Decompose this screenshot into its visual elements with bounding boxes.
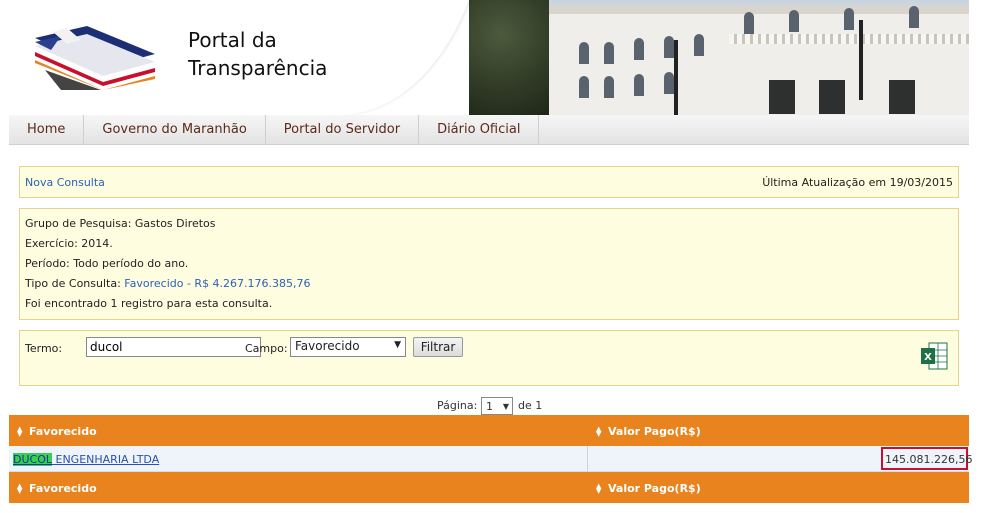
summary-type: Tipo de Consulta: Favorecido - R$ 4.267.… [25, 277, 953, 297]
field-select-value: Favorecido [295, 339, 360, 353]
column-label: Valor Pago(R$) [608, 482, 701, 495]
last-update-text: Última Atualização em 19/03/2015 [762, 176, 953, 189]
column-header-valor[interactable]: ▲ ▼ Valor Pago(R$) [596, 425, 701, 438]
nav-home[interactable]: Home [9, 115, 85, 145]
summary-records: Foi encontrado 1 registro para esta cons… [25, 297, 273, 310]
column-label: Favorecido [29, 482, 97, 495]
page: Portal da Transparência Home Governo do … [0, 0, 989, 513]
excel-export-icon[interactable]: X [920, 341, 948, 371]
page-select[interactable]: 1 ▼ [481, 397, 513, 415]
svg-text:X: X [924, 352, 932, 363]
term-label: Termo: [25, 342, 63, 355]
nav-portal-servidor[interactable]: Portal do Servidor [266, 115, 420, 145]
page-select-value: 1 [486, 400, 493, 413]
palace-photo [469, 0, 969, 115]
main-nav: Home Governo do Maranhão Portal do Servi… [9, 115, 969, 145]
table-row: DUCOL ENGENHARIA LTDA 145.081.226,56 [9, 446, 972, 472]
page-label: Página: [437, 399, 478, 412]
maranhao-flag-logo[interactable] [31, 24, 159, 90]
favorecido-cell[interactable]: DUCOL ENGENHARIA LTDA [9, 446, 588, 472]
sort-icon: ▲ ▼ [17, 425, 23, 438]
brand-title: Portal da Transparência [188, 26, 327, 82]
search-highlight[interactable]: DUCOL [13, 453, 52, 466]
nav-governo[interactable]: Governo do Maranhão [84, 115, 266, 145]
summary-period: Período: Todo período do ano. [25, 257, 189, 270]
favorecido-link[interactable]: ENGENHARIA LTDA [52, 453, 159, 466]
brand-line1: Portal da [188, 28, 277, 52]
summary-type-link[interactable]: Favorecido - R$ 4.267.176.385,76 [124, 277, 310, 290]
field-label: Campo: [245, 342, 288, 355]
field-select[interactable]: Favorecido ▼ [290, 337, 406, 357]
chevron-down-icon: ▼ [502, 402, 509, 411]
chevron-down-icon: ▼ [394, 340, 401, 350]
table-footer: ▲ ▼ Favorecido ▲ ▼ Valor Pago(R$) [9, 472, 969, 503]
summary-group: Grupo de Pesquisa: Gastos Diretos [25, 217, 216, 230]
site-header: Portal da Transparência [9, 0, 969, 115]
term-input[interactable] [86, 337, 261, 357]
query-summary: Grupo de Pesquisa: Gastos Diretos Exercí… [19, 208, 959, 320]
column-footer-valor[interactable]: ▲ ▼ Valor Pago(R$) [596, 482, 701, 495]
summary-year: Exercício: 2014. [25, 237, 113, 250]
summary-type-label: Tipo de Consulta: [25, 277, 125, 290]
sort-icon: ▲ ▼ [596, 425, 602, 438]
sort-icon: ▲ ▼ [596, 482, 602, 495]
pagination: Página: 1 ▼ de 1 [437, 397, 542, 415]
table-header: ▲ ▼ Favorecido ▲ ▼ Valor Pago(R$) [9, 415, 969, 446]
column-label: Favorecido [29, 425, 97, 438]
page-total: de 1 [518, 399, 543, 412]
brand-line2: Transparência [188, 56, 328, 80]
info-bar: Nova Consulta Última Atualização em 19/0… [19, 166, 959, 198]
new-query-link[interactable]: Nova Consulta [25, 176, 105, 189]
column-header-favorecido[interactable]: ▲ ▼ Favorecido [17, 425, 97, 438]
filter-panel: Termo: Campo: Favorecido ▼ Filtrar X [19, 330, 959, 386]
column-label: Valor Pago(R$) [608, 425, 701, 438]
column-footer-favorecido[interactable]: ▲ ▼ Favorecido [17, 482, 97, 495]
valor-pago-cell: 145.081.226,56 [881, 447, 972, 470]
sort-icon: ▲ ▼ [17, 482, 23, 495]
nav-diario-oficial[interactable]: Diário Oficial [419, 115, 540, 145]
filter-button[interactable]: Filtrar [413, 337, 463, 357]
